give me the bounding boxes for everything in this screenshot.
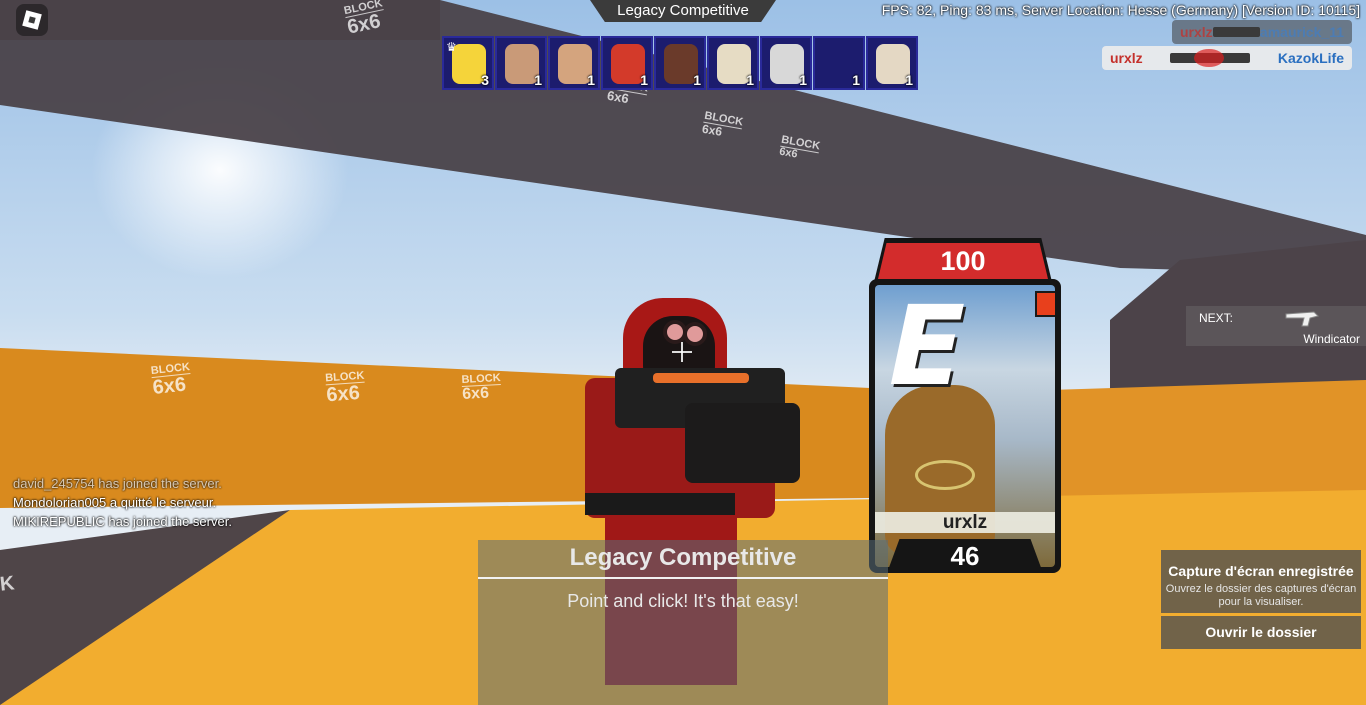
rifle-icon <box>1170 49 1251 67</box>
mode-title: Legacy Competitive <box>569 544 797 571</box>
game-mode-tab: Legacy Competitive <box>590 0 776 22</box>
player-scoreboard: ♛ 3 1 1 1 1 1 1 1 1 <box>442 36 918 90</box>
victim-name: KazokLife <box>1277 50 1344 66</box>
player-slot[interactable]: 1 <box>707 36 759 90</box>
block-label: K <box>0 572 16 596</box>
player-score: 1 <box>587 72 595 88</box>
roblox-logo-icon <box>22 10 42 30</box>
gold-chain <box>915 460 975 490</box>
kill-feed-entry: urxlz KazokLife <box>1102 46 1352 70</box>
block-label: BLOCK6x6 <box>701 109 745 139</box>
mode-info-panel: Legacy Competitive Point and click! It's… <box>478 540 888 705</box>
player-slot[interactable]: 1 <box>866 36 918 90</box>
player-card: E urxlz 46 <box>869 279 1061 573</box>
chat-log: david_245754 has joined the server. Mond… <box>13 474 232 531</box>
player-slot[interactable]: ♛ 3 <box>442 36 494 90</box>
screenshot-notification: Capture d'écran enregistrée Ouvrez le do… <box>1161 550 1361 613</box>
player-score: 1 <box>905 72 913 88</box>
killer-name: urxlz <box>1110 50 1143 66</box>
player-slot[interactable]: 1 <box>548 36 600 90</box>
kill-feed-entry: urxlz amaurick_11 <box>1172 20 1352 44</box>
player-slot[interactable]: 1 <box>495 36 547 90</box>
divider <box>478 577 888 579</box>
player-score: 1 <box>640 72 648 88</box>
mode-description: Point and click! It's that easy! <box>567 591 799 611</box>
chat-message: david_245754 has joined the server. <box>13 476 222 491</box>
player-score: 1 <box>799 72 807 88</box>
block-label: BLOCK6x6 <box>324 369 365 407</box>
player-name: urxlz <box>875 512 1055 533</box>
player-score: 1 <box>693 72 701 88</box>
notification-body: Ouvrez le dossier des captures d'écran p… <box>1165 583 1357 608</box>
health-value: 100 <box>878 243 1048 279</box>
player-slot[interactable]: 1 <box>601 36 653 90</box>
performance-stats: FPS: 82, Ping: 83 ms, Server Location: H… <box>881 2 1360 18</box>
revolver-icon <box>1285 311 1319 327</box>
next-weapon-panel: NEXT: Windicator <box>1186 306 1366 346</box>
block-label: BLOCK6x6 <box>150 361 191 399</box>
next-weapon-name: Windicator <box>1303 332 1360 346</box>
notification-title: Capture d'écran enregistrée <box>1168 563 1354 579</box>
block-label: BLOCK6x6 <box>461 371 501 404</box>
player-slot[interactable]: 1 <box>760 36 812 90</box>
player-score: 3 <box>481 72 489 88</box>
chat-message: Mondolorian005 a quitté le serveur. <box>13 495 217 510</box>
roblox-menu-button[interactable] <box>16 4 48 36</box>
kill-feed: urxlz amaurick_11 urxlz KazokLife <box>1102 20 1352 72</box>
crown-icon: ♛ <box>446 40 457 54</box>
victim-name: amaurick_11 <box>1259 24 1344 40</box>
next-label: NEXT: <box>1199 311 1234 325</box>
open-folder-button[interactable]: Ouvrir le dossier <box>1161 616 1361 649</box>
crosshair-icon <box>672 342 692 362</box>
player-slot[interactable]: 1 <box>813 36 865 90</box>
player-slot[interactable]: 1 <box>654 36 706 90</box>
status-badge <box>1035 291 1055 317</box>
chat-message: MIKIREPUBLIC has joined the server. <box>13 514 232 529</box>
ammo-count: 46 <box>887 539 1043 573</box>
player-score: 1 <box>534 72 542 88</box>
player-score: 1 <box>746 72 754 88</box>
player-score: 1 <box>852 72 860 88</box>
killer-name: urxlz <box>1180 24 1213 40</box>
rifle-icon <box>1212 27 1260 37</box>
